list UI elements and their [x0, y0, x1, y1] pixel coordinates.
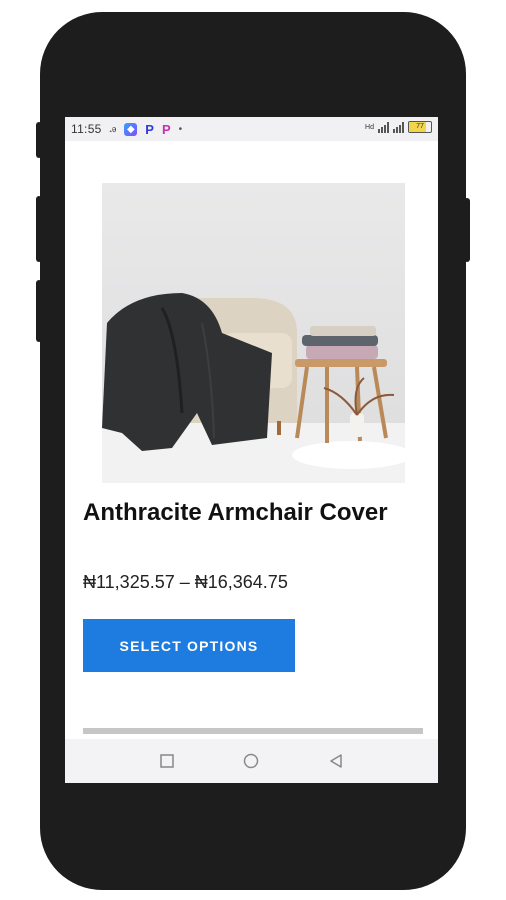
back-icon[interactable] — [326, 751, 346, 771]
side-button-left-middle — [36, 196, 42, 262]
recent-apps-icon[interactable] — [157, 751, 177, 771]
p-app-icon: P — [145, 121, 154, 137]
battery-level: 77 — [416, 123, 424, 130]
next-product-card[interactable] — [83, 728, 423, 734]
signal-icon — [393, 121, 404, 133]
dot-icon: • — [178, 123, 183, 135]
p-app-icon: P — [161, 121, 171, 137]
battery-icon: 77 — [408, 121, 432, 133]
status-bar: 11:55 ꭿ ◆ P P • Hd 77 — [65, 117, 438, 141]
app-icon: ◆ — [124, 122, 138, 136]
phone-screen: 11:55 ꭿ ◆ P P • Hd 77 Anthracite Armchai… — [65, 117, 438, 783]
side-button-left-top — [36, 122, 42, 158]
product-image[interactable] — [102, 183, 405, 483]
side-button-right — [464, 198, 470, 262]
status-time: 11:55 — [71, 122, 102, 136]
select-options-button[interactable]: SELECT OPTIONS — [83, 619, 295, 672]
signal-icon — [378, 121, 389, 133]
product-price: ₦11,325.57 – ₦16,364.75 — [83, 572, 288, 592]
navigation-bar — [65, 739, 438, 783]
side-button-left-bottom — [36, 280, 42, 342]
product-title[interactable]: Anthracite Armchair Cover — [83, 497, 413, 529]
gesture-icon: ꭿ — [109, 122, 117, 135]
network-label: Hd — [365, 123, 374, 131]
home-icon[interactable] — [241, 751, 261, 771]
